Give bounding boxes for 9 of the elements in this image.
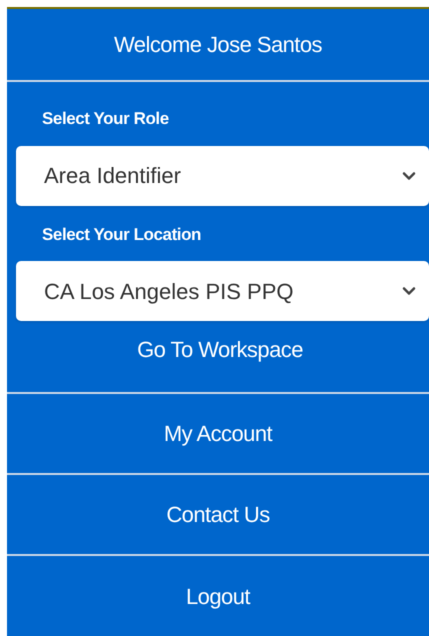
field-label: Select Your Location	[42, 224, 202, 246]
workspace-link[interactable]: Go To Workspace	[137, 333, 303, 366]
menu-item[interactable]: Logout	[186, 580, 250, 613]
dropdown-field[interactable]: CA Los Angeles PIS PPQ	[16, 261, 429, 321]
welcome-title: Welcome Jose Santos	[114, 31, 322, 59]
menu-item[interactable]: Contact Us	[166, 498, 270, 531]
dropdown-field[interactable]: Area Identifier	[16, 146, 429, 206]
menu-item[interactable]: My Account	[164, 417, 272, 450]
field-label: Select Your Role	[42, 108, 170, 130]
